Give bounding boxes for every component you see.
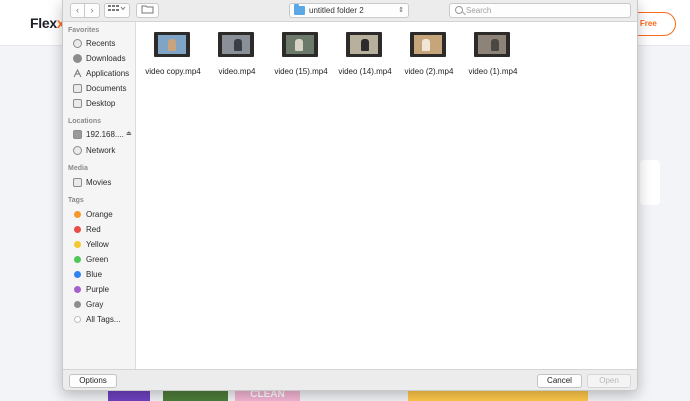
sidebar-tag-yellow[interactable]: Yellow xyxy=(73,238,135,251)
folder-icon xyxy=(294,4,305,15)
orange-tag-dot-icon xyxy=(74,211,81,218)
clock-icon xyxy=(73,39,82,48)
sidebar: Favorites Recents Downloads Applications… xyxy=(63,22,136,369)
back-button[interactable]: ‹ xyxy=(70,3,85,18)
file-item[interactable]: video.mp4 xyxy=(201,32,273,92)
download-icon xyxy=(73,54,82,63)
new-folder-icon xyxy=(141,5,154,14)
file-item[interactable]: video (15).mp4 xyxy=(265,32,337,92)
sidebar-item-desktop[interactable]: Desktop xyxy=(73,97,135,110)
video-thumbnail xyxy=(218,32,254,57)
sidebar-section-favorites: Favorites xyxy=(68,27,100,34)
sidebar-section-locations: Locations xyxy=(68,118,102,125)
green-tag-dot-icon xyxy=(74,256,81,263)
background-card xyxy=(640,160,660,205)
background-logo: Flexx xyxy=(30,15,65,31)
red-tag-dot-icon xyxy=(74,226,81,233)
video-thumbnail xyxy=(410,32,446,57)
sidebar-item-documents[interactable]: Documents xyxy=(73,82,135,95)
folder-location-popup[interactable]: untitled folder 2 ⇕ xyxy=(289,3,409,18)
dialog-toolbar: ‹ › untitled folder 2 ⇕ xyxy=(63,0,637,22)
video-thumbnail xyxy=(282,32,318,57)
video-thumbnail xyxy=(474,32,510,57)
cancel-button[interactable]: Cancel xyxy=(537,374,582,388)
sidebar-section-tags: Tags xyxy=(68,197,84,204)
new-folder-button[interactable] xyxy=(136,3,159,18)
file-name: video (2).mp4 xyxy=(404,67,454,76)
options-button[interactable]: Options xyxy=(69,374,117,388)
video-thumbnail xyxy=(346,32,382,57)
file-item[interactable]: video (14).mp4 xyxy=(329,32,401,92)
file-item[interactable]: video copy.mp4 xyxy=(137,32,209,92)
sidebar-item-network[interactable]: Network xyxy=(73,144,135,157)
film-icon xyxy=(73,178,82,187)
sidebar-item-downloads[interactable]: Downloads xyxy=(73,52,135,65)
blue-tag-dot-icon xyxy=(74,271,81,278)
file-item[interactable]: video (2).mp4 xyxy=(393,32,465,92)
all-tags-dot-icon xyxy=(74,316,81,323)
server-icon xyxy=(73,130,82,139)
sidebar-tag-gray[interactable]: Gray xyxy=(73,298,135,311)
sidebar-tag-blue[interactable]: Blue xyxy=(73,268,135,281)
file-name: video.mp4 xyxy=(218,67,256,76)
file-browser-content: video copy.mp4 video.mp4 video (15).mp4 … xyxy=(137,22,637,369)
globe-icon xyxy=(73,146,82,155)
gray-tag-dot-icon xyxy=(74,301,81,308)
sidebar-item-network-share[interactable]: 192.168.... ⏏ xyxy=(73,128,135,141)
view-mode-button[interactable] xyxy=(104,3,130,18)
sidebar-tag-all-tags[interactable]: All Tags... xyxy=(73,313,135,326)
sidebar-item-applications[interactable]: Applications xyxy=(73,67,135,80)
open-button[interactable]: Open xyxy=(587,374,631,388)
open-file-dialog: ‹ › untitled folder 2 ⇕ Favorites xyxy=(62,0,638,391)
sidebar-tag-red[interactable]: Red xyxy=(73,223,135,236)
file-name: video (14).mp4 xyxy=(338,67,392,76)
chevron-left-icon: ‹ xyxy=(76,5,79,15)
applications-icon xyxy=(73,68,82,78)
yellow-tag-dot-icon xyxy=(74,241,81,248)
forward-button[interactable]: › xyxy=(85,3,100,18)
desktop-icon xyxy=(73,99,82,108)
sidebar-tag-orange[interactable]: Orange xyxy=(73,208,135,221)
video-thumbnail xyxy=(154,32,190,57)
chevron-updown-icon: ⇕ xyxy=(398,7,404,14)
purple-tag-dot-icon xyxy=(74,286,81,293)
search-icon xyxy=(455,6,463,14)
document-icon xyxy=(73,84,82,93)
file-name: video (15).mp4 xyxy=(274,67,328,76)
search-field[interactable] xyxy=(449,3,631,18)
grid-view-icon xyxy=(108,5,126,11)
file-item[interactable]: video (1).mp4 xyxy=(457,32,529,92)
chevron-right-icon: › xyxy=(90,5,94,15)
sidebar-item-movies[interactable]: Movies xyxy=(73,176,135,189)
sidebar-item-recents[interactable]: Recents xyxy=(73,37,135,50)
sidebar-tag-green[interactable]: Green xyxy=(73,253,135,266)
search-input[interactable] xyxy=(466,5,616,16)
dialog-footer: Options Cancel Open xyxy=(63,369,637,390)
current-folder-name: untitled folder 2 xyxy=(309,6,364,15)
file-name: video (1).mp4 xyxy=(468,67,518,76)
sidebar-tag-purple[interactable]: Purple xyxy=(73,283,135,296)
eject-icon[interactable]: ⏏ xyxy=(126,128,132,141)
file-name: video copy.mp4 xyxy=(145,67,201,76)
sidebar-section-media: Media xyxy=(68,165,88,172)
